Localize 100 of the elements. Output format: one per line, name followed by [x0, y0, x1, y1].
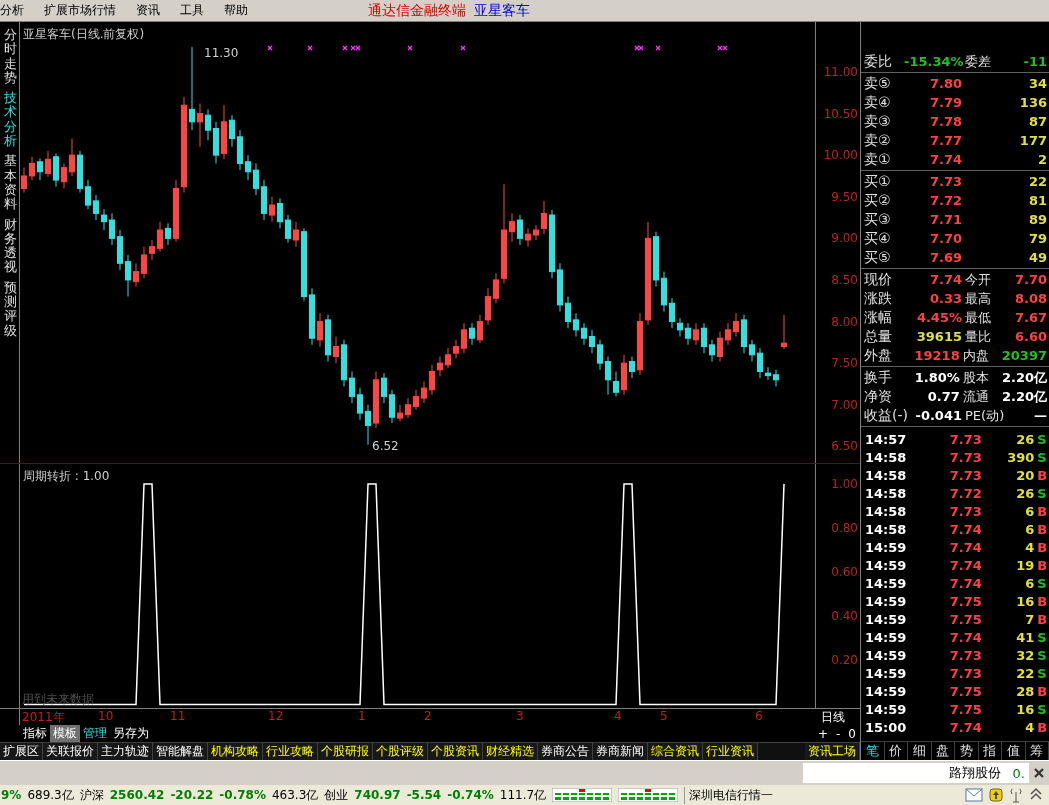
upload-icon[interactable]	[989, 788, 1003, 802]
bid-price: 7.73	[928, 174, 962, 189]
date-label: 5	[660, 709, 668, 723]
tick-side: S	[1036, 647, 1048, 663]
tick-side: B	[1036, 467, 1049, 483]
candlestick	[93, 194, 99, 221]
ticker-field[interactable]: 路翔股份 0.	[803, 763, 1029, 783]
close-icon[interactable]	[1033, 767, 1045, 779]
quote-value: 19218	[913, 348, 960, 363]
info-tab[interactable]: 智能解盘	[153, 743, 208, 760]
ask-volume: 34	[1027, 76, 1048, 91]
candlestick	[453, 339, 459, 359]
candlestick	[749, 339, 755, 362]
mail-icon[interactable]	[965, 788, 983, 802]
tick-volume: 26	[1015, 431, 1035, 447]
candlestick	[69, 137, 75, 177]
candlestick	[509, 212, 515, 243]
side-tab[interactable]: 基本资料	[0, 154, 17, 212]
tick-side: B	[1036, 557, 1049, 573]
info-workshop-tab[interactable]: 资讯工场	[805, 743, 860, 760]
menu-item[interactable]: 资讯	[126, 2, 170, 19]
info-tab[interactable]: 机构攻略	[208, 743, 263, 760]
info-tab[interactable]: 个股评级	[373, 743, 428, 760]
quote-label: 涨跌	[864, 289, 893, 308]
price-tick: 7.00	[831, 396, 858, 413]
tick-side: S	[1036, 665, 1048, 681]
tick-price: 7.74	[948, 629, 982, 645]
candlestick	[701, 322, 707, 354]
info-tab[interactable]: 主力轨迹	[98, 743, 153, 760]
info-tab[interactable]: 券商公告	[538, 743, 593, 760]
status-text: 创业	[324, 786, 349, 804]
menu-item[interactable]: 帮助	[214, 2, 258, 19]
candlestick	[525, 227, 531, 248]
tick-time: 14:59	[864, 665, 908, 681]
bid-label: 买②	[864, 191, 892, 210]
antenna-icon[interactable]	[1009, 787, 1023, 803]
menu-item[interactable]: 工具	[170, 2, 214, 19]
zoom-button[interactable]: 0	[844, 726, 860, 741]
info-tab[interactable]: 个股研报	[318, 743, 373, 760]
quote-value: 0.77	[926, 389, 960, 404]
candlestick	[461, 322, 467, 354]
price-tick: 8.00	[831, 313, 858, 330]
candlestick	[141, 246, 147, 279]
chart-tab[interactable]: 模板	[50, 725, 80, 742]
side-tab[interactable]: 技术分析	[0, 91, 17, 149]
tick-volume: 19	[1015, 557, 1035, 573]
tick-time: 14:59	[864, 557, 908, 573]
menu-item[interactable]: 分析	[0, 2, 34, 19]
info-tab[interactable]: 关联报价	[43, 743, 98, 760]
info-tab[interactable]: 个股资讯	[428, 743, 483, 760]
bid-volume: 49	[1027, 250, 1048, 265]
side-tab[interactable]: 预测评级	[0, 280, 17, 338]
candlestick	[421, 380, 427, 404]
quote-value: 8.08	[1013, 291, 1048, 306]
zoom-button[interactable]: -	[832, 726, 845, 741]
tick-side: S	[1036, 701, 1048, 717]
quote-label: PE(动)	[964, 406, 1005, 425]
candlestick	[29, 156, 35, 181]
chart-tab[interactable]: 另存为	[110, 725, 152, 742]
menu-item[interactable]: 扩展市场行情	[34, 2, 126, 19]
candlestick	[349, 370, 355, 404]
ask-price: 7.74	[928, 152, 962, 167]
tick-price: 7.73	[948, 467, 982, 483]
ask-label: 卖⑤	[864, 74, 892, 93]
tick-price: 7.73	[948, 647, 982, 663]
side-tab[interactable]: 财务透视	[0, 217, 17, 275]
info-tab[interactable]: 券商新闻	[593, 743, 648, 760]
tick-time: 14:59	[864, 539, 908, 555]
status-text: 463.3亿	[271, 786, 319, 804]
chart-tab[interactable]: 管理	[80, 725, 110, 742]
quote-label: 最低	[964, 308, 992, 327]
tick-volume: 6	[1024, 503, 1035, 519]
info-tab[interactable]: 综合资讯	[648, 743, 703, 760]
candlestick	[437, 355, 443, 377]
tick-volume: 22	[1015, 665, 1035, 681]
info-tab[interactable]: 扩展区	[0, 743, 43, 760]
stock-title: 亚星客车	[474, 1, 530, 20]
quote-label: 外盘	[864, 346, 893, 365]
status-text: -20.22	[170, 788, 214, 802]
candlestick	[285, 214, 291, 243]
tick-side: B	[1036, 521, 1049, 537]
info-tab[interactable]: 财经精选	[483, 743, 538, 760]
tick-time: 14:59	[864, 611, 908, 627]
info-tab[interactable]: 行业资讯	[703, 743, 758, 760]
tick-price: 7.74	[948, 521, 982, 537]
info-tab[interactable]: 行业攻略	[263, 743, 318, 760]
tick-volume: 7	[1024, 611, 1035, 627]
axis-tick: 0.40	[831, 608, 858, 625]
tick-time: 15:00	[864, 719, 908, 735]
zoom-button[interactable]: +	[813, 726, 832, 741]
tick-side: S	[1036, 575, 1048, 591]
bid-label: 买⑤	[864, 248, 892, 267]
price-tick: 10.50	[823, 105, 858, 122]
quote-value: -0.041	[914, 408, 962, 423]
candlestick	[613, 370, 619, 397]
side-tab[interactable]: 分时走势	[0, 28, 17, 86]
chart-tab[interactable]: 指标	[20, 725, 50, 742]
status-text: -0.74%	[447, 788, 494, 802]
candlestick	[133, 262, 139, 288]
candlestick	[205, 108, 211, 141]
